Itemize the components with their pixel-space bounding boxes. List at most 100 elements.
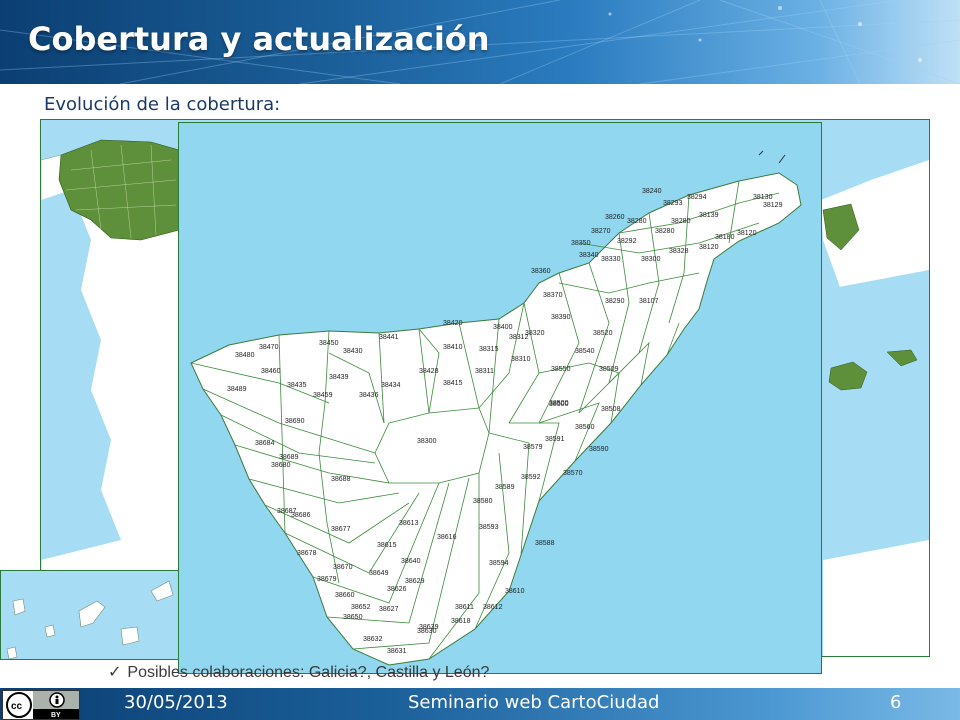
section-subtitle: Evolución de la cobertura: (44, 94, 281, 115)
postal-label: 38684 (255, 440, 275, 447)
postal-label: 38436 (359, 392, 379, 399)
postal-label: 38320 (525, 330, 545, 337)
postal-label: 38615 (377, 542, 397, 549)
postal-label: 38589 (495, 484, 515, 491)
postal-label: 38550 (551, 366, 571, 373)
postal-label: 38460 (261, 368, 281, 375)
postal-label: 38428 (419, 368, 439, 375)
postal-label: 38120 (699, 244, 719, 251)
bullet-text: Posibles colaboraciones: Galicia?, Casti… (127, 664, 490, 681)
postal-label: 38570 (563, 470, 583, 477)
postal-label: 38500 (549, 401, 569, 408)
postal-label: 38640 (401, 558, 421, 565)
postal-label: 38588 (535, 540, 555, 547)
postal-label: 38613 (399, 520, 419, 527)
postal-label: 38435 (287, 382, 307, 389)
canary-islands-inset (0, 570, 180, 660)
by-label: BY (51, 712, 61, 719)
postal-label: 38652 (351, 604, 371, 611)
postal-label: 38626 (387, 586, 407, 593)
postal-label: 38670 (333, 564, 353, 571)
page-title: Cobertura y actualización (28, 20, 490, 58)
cc-icon: cc (6, 692, 32, 718)
postal-label: 38360 (531, 268, 551, 275)
postal-label: 38439 (329, 374, 349, 381)
postal-label: 38591 (545, 436, 565, 443)
postal-label: 38480 (235, 352, 255, 359)
footer-date: 30/05/2013 (124, 692, 228, 713)
postal-label: 38679 (317, 576, 337, 583)
footer-event: Seminario web CartoCiudad (408, 692, 660, 713)
postal-label: 38300 (417, 438, 437, 445)
postal-label: 38300 (641, 256, 661, 263)
postal-label: 38610 (505, 588, 525, 595)
footer-bar: 30/05/2013 Seminario web CartoCiudad 6 (0, 688, 960, 720)
postal-label: 38660 (335, 592, 355, 599)
postal-label: 38616 (437, 534, 457, 541)
postal-label: 38689 (279, 454, 299, 461)
postal-label: 38180 (715, 234, 735, 241)
postal-label: 38311 (475, 368, 494, 375)
postal-label: 38580 (473, 498, 493, 505)
postal-label: 38340 (579, 252, 599, 259)
postal-label: 38129 (763, 202, 783, 209)
postal-label: 38370 (543, 292, 563, 299)
postal-label: 38270 (591, 228, 611, 235)
postal-label: 38612 (483, 604, 503, 611)
postal-label: 38678 (297, 550, 317, 557)
postal-label: 38292 (617, 238, 637, 245)
postal-label: 38240 (642, 188, 662, 195)
postal-label: 38260 (605, 214, 625, 221)
postal-label: 38611 (455, 604, 474, 611)
postal-label: 38632 (363, 636, 383, 643)
postal-label: 38415 (443, 380, 463, 387)
header-banner: Cobertura y actualización (0, 0, 960, 84)
tenerife-postal-code-map: 38240 38294 38130 38129 38293 38139 3826… (178, 122, 822, 674)
postal-label: 38686 (291, 512, 311, 519)
postal-label: 38489 (227, 386, 247, 393)
postal-label: 38560 (575, 424, 595, 431)
postal-label: 38579 (523, 444, 543, 451)
postal-label: 38677 (331, 526, 351, 533)
postal-label: 38629 (405, 578, 425, 585)
postal-label: 38618 (451, 618, 471, 625)
postal-label: 38294 (687, 194, 707, 201)
canary-islands-graphic (6, 580, 174, 659)
postal-label: 38107 (639, 298, 659, 305)
postal-label: 38520 (593, 330, 613, 337)
postal-label: 38594 (489, 560, 509, 567)
postal-label: 38350 (571, 240, 591, 247)
postal-label: 38649 (369, 570, 389, 577)
checkmark-icon: ✓ (108, 664, 122, 681)
postal-label: 38470 (259, 344, 279, 351)
tenerife-map-graphic: 38240 38294 38130 38129 38293 38139 3826… (190, 150, 802, 666)
postal-label: 38508 (601, 406, 621, 413)
svg-text:cc: cc (11, 701, 23, 712)
postal-label: 38631 (387, 648, 407, 655)
postal-label: 38592 (521, 474, 541, 481)
postal-label: 38680 (271, 462, 291, 469)
postal-label: 38390 (551, 314, 571, 321)
postal-label: 38593 (479, 524, 499, 531)
postal-label: 38280 (655, 228, 675, 235)
postal-label: 38420 (443, 320, 463, 327)
cc-by-graphic: cc BY (3, 691, 79, 719)
postal-label: 38688 (331, 476, 351, 483)
postal-label: 38290 (605, 298, 625, 305)
postal-label: 38441 (379, 334, 399, 341)
postal-label: 38650 (343, 614, 363, 621)
postal-label: 38293 (663, 200, 683, 207)
page-number: 6 (890, 692, 902, 713)
postal-label: 38330 (601, 256, 621, 263)
postal-label: 38410 (443, 344, 463, 351)
postal-label: 38627 (379, 606, 399, 613)
postal-label: 38450 (319, 340, 339, 347)
postal-label: 38120 (737, 230, 757, 237)
bullet-item: ✓ Posibles colaboraciones: Galicia?, Cast… (108, 662, 489, 682)
postal-label: 38400 (493, 324, 513, 331)
postal-label: 38459 (313, 392, 333, 399)
postal-label: 38280 (671, 218, 691, 225)
postal-label: 38430 (343, 348, 363, 355)
postal-label: 38509 (599, 366, 619, 373)
postal-label: 38434 (381, 382, 401, 389)
